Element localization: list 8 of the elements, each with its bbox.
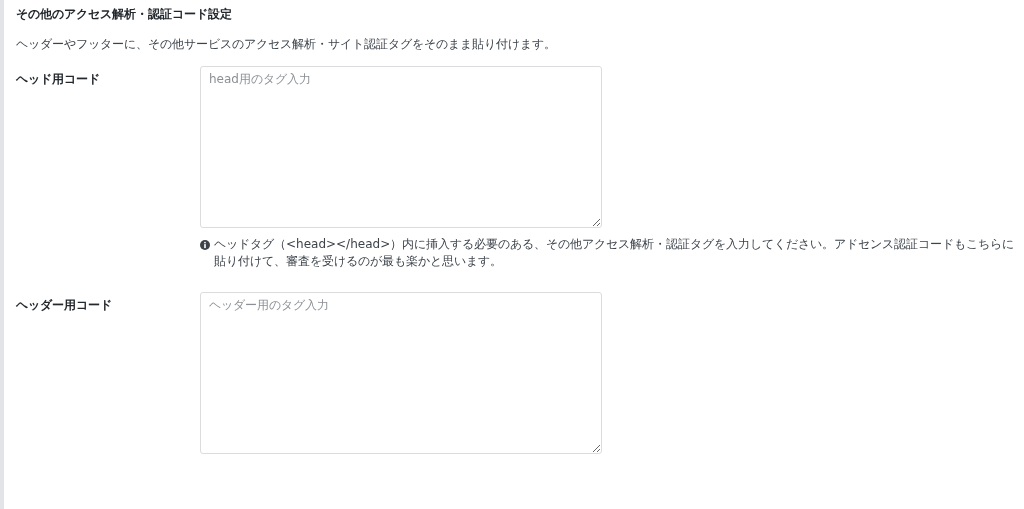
field-label: ヘッド用コード <box>16 71 101 88</box>
section-description: ヘッダーやフッターに、その他サービスのアクセス解析・サイト認証タグをそのまま貼り付けます。 <box>16 36 557 52</box>
info-icon <box>200 240 210 250</box>
help-text: ヘッドタグ（<head></head>）内に挿入する必要のある、その他アクセス解析・認証タグを入力してください。アドセンス認証コードもこちらに貼り付けて、審査を受けるのが最も楽かと思います。 <box>214 236 1016 270</box>
code-textarea[interactable]: head用のタグ入力 <box>200 66 602 228</box>
code-textarea[interactable]: ヘッダー用のタグ入力 <box>200 292 602 454</box>
field-label: ヘッダー用コード <box>16 297 113 314</box>
section-title: その他のアクセス解析・認証コード設定 <box>16 6 233 22</box>
